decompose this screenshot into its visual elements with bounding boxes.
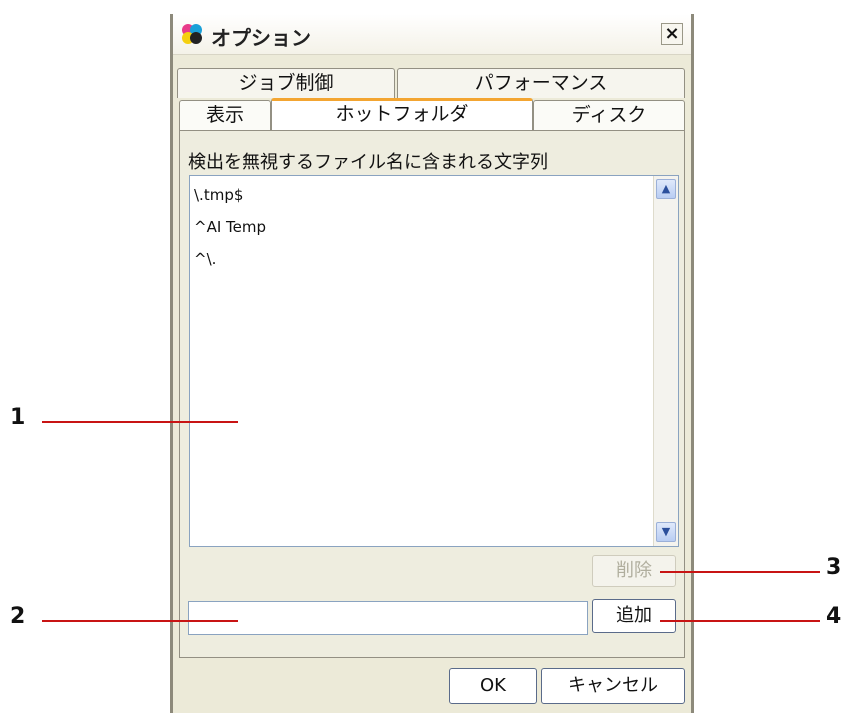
list-item[interactable]: \.tmp$ [194, 186, 243, 204]
callout-number-4: 4 [826, 604, 842, 629]
callout-line-3 [660, 571, 820, 573]
hot-folder-panel: 検出を無視するファイル名に含まれる文字列 \.tmp$ ^AI Temp ^\.… [179, 130, 685, 658]
ignore-string-list[interactable]: \.tmp$ ^AI Temp ^\. ▲ ▼ [189, 175, 679, 547]
tab-display[interactable]: 表示 [179, 100, 271, 130]
scroll-up-icon[interactable]: ▲ [656, 179, 676, 199]
tab-disk[interactable]: ディスク [533, 100, 685, 130]
add-string-input[interactable] [188, 601, 588, 635]
list-item[interactable]: ^\. [194, 250, 216, 268]
add-button[interactable]: 追加 [592, 599, 676, 633]
ok-button[interactable]: OK [449, 668, 537, 704]
tab-job-control[interactable]: ジョブ制御 [177, 68, 395, 98]
cancel-button[interactable]: キャンセル [541, 668, 685, 704]
scroll-down-icon[interactable]: ▼ [656, 522, 676, 542]
tab-performance[interactable]: パフォーマンス [397, 68, 685, 98]
options-dialog: オプション × ジョブ制御 パフォーマンス 表示 ホットフォルダ ディスク 検出… [170, 14, 694, 713]
close-button[interactable]: × [661, 23, 683, 45]
callout-number-2: 2 [10, 604, 26, 629]
app-icon [182, 24, 202, 44]
callout-number-3: 3 [826, 555, 842, 580]
callout-number-1: 1 [10, 405, 26, 430]
callout-line-4 [660, 620, 820, 622]
dialog-title: オプション [211, 26, 311, 50]
tab-hot-folder[interactable]: ホットフォルダ [271, 98, 533, 130]
list-item[interactable]: ^AI Temp [194, 218, 266, 236]
callout-line-1 [42, 421, 238, 423]
callout-line-2 [42, 620, 238, 622]
title-bar: オプション × [173, 14, 691, 55]
ignore-list-label: 検出を無視するファイル名に含まれる文字列 [188, 152, 548, 173]
vertical-scrollbar[interactable]: ▲ ▼ [653, 176, 678, 546]
